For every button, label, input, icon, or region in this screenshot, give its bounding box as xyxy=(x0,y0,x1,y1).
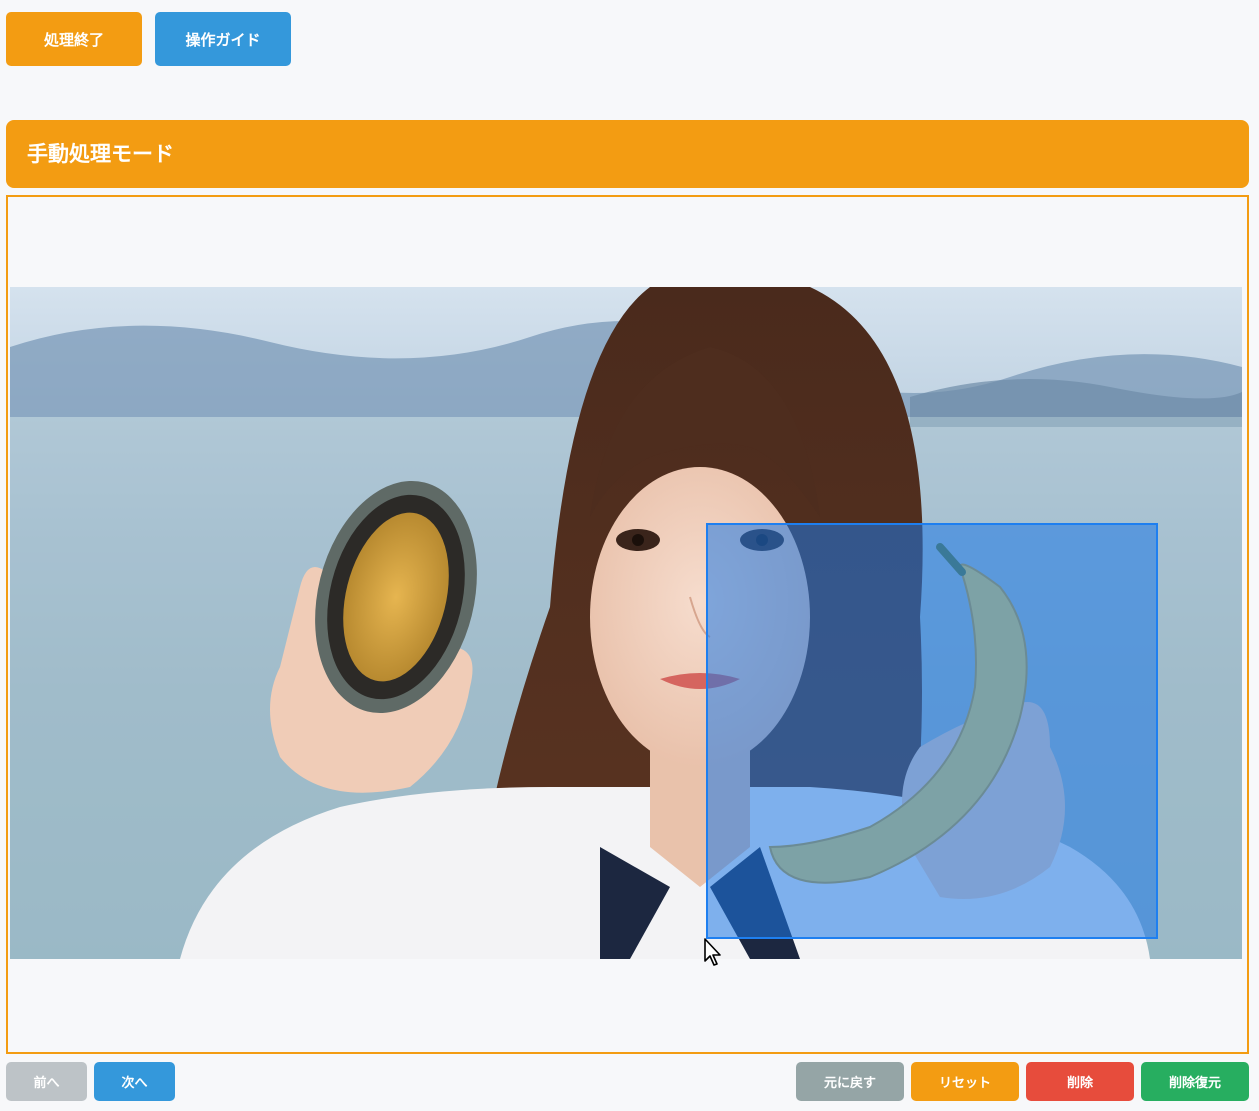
next-button[interactable]: 次へ xyxy=(94,1062,175,1101)
reset-button[interactable]: リセット xyxy=(911,1062,1019,1101)
mode-header: 手動処理モード xyxy=(6,120,1249,188)
mouse-pointer-icon xyxy=(704,938,721,966)
mode-title: 手動処理モード xyxy=(27,142,174,166)
undo-button[interactable]: 元に戻す xyxy=(796,1062,904,1101)
delete-button[interactable]: 削除 xyxy=(1026,1062,1134,1101)
selection-rectangle[interactable] xyxy=(706,523,1158,939)
prev-button[interactable]: 前へ xyxy=(6,1062,87,1101)
finish-processing-button[interactable]: 処理終了 xyxy=(6,12,142,66)
operation-guide-button[interactable]: 操作ガイド xyxy=(155,12,291,66)
restore-deleted-button[interactable]: 削除復元 xyxy=(1141,1062,1249,1101)
